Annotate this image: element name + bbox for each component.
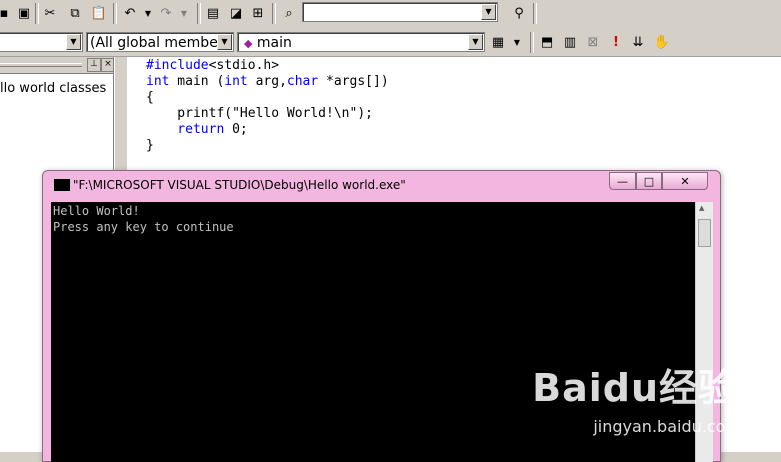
main-toolbar: ▪ ▣ ✂ ⧉ 📋 ↶ ▼ ↷ ▼ ▤ ◪ ⊞ ⌕ ▼ ⚲ — [0, 0, 781, 27]
toolbar-separator — [113, 3, 117, 24]
code-text: arg, — [247, 74, 287, 89]
chevron-down-icon[interactable]: ▼ — [217, 34, 232, 50]
grip-bar[interactable] — [0, 63, 82, 67]
code-line: printf("Hello World!\n"); — [146, 106, 373, 121]
collapse-icon[interactable]: ⊥ — [87, 58, 101, 72]
toolbar-separator — [533, 3, 537, 24]
class-combo[interactable]: ▼ — [0, 32, 83, 52]
undo-dropdown-icon[interactable]: ▼ — [138, 3, 158, 23]
find-icon[interactable]: ⚲ — [509, 3, 529, 23]
wizard-toolbar: ▼ (All global members ▼ ◆ main ▼ ▦ ▼ ⬒ ▥… — [0, 27, 781, 57]
code-line: } — [146, 138, 154, 153]
compile-icon[interactable]: ⬒ — [537, 32, 557, 52]
watermark-logo: Baidu经验 — [532, 366, 737, 410]
toolbar-separator — [272, 3, 276, 24]
output-icon[interactable]: ◪ — [226, 3, 246, 23]
code-line: return 0; — [146, 122, 248, 138]
members-combo-value: (All global members — [90, 35, 231, 51]
wizard-actions-dropdown-icon[interactable]: ▼ — [507, 32, 527, 52]
close-icon[interactable]: × — [101, 58, 115, 72]
find-combo[interactable]: ▼ — [302, 2, 498, 22]
code-text: *args[]) — [318, 74, 389, 89]
breakpoint-hand-icon[interactable]: ✋ — [652, 32, 672, 52]
console-output-line: Press any key to continue — [53, 220, 234, 234]
scroll-thumb[interactable] — [698, 219, 711, 247]
code-text: main ( — [169, 74, 225, 89]
workspace-icon[interactable]: ▤ — [203, 3, 223, 23]
watermark-url: jingyan.baidu.com — [593, 417, 741, 436]
workspace-pane-header: ⊥ × — [0, 57, 115, 74]
chevron-down-icon[interactable]: ▼ — [468, 34, 483, 50]
toolbar-separator — [35, 3, 39, 24]
save-all-icon[interactable]: ▣ — [14, 3, 34, 23]
tree-item-classes[interactable]: llo world classes — [0, 81, 106, 96]
close-button[interactable]: ✕ — [662, 172, 708, 190]
scroll-up-icon[interactable]: ▲ — [699, 204, 704, 212]
chevron-down-icon[interactable]: ▼ — [66, 34, 81, 50]
code-keyword: int — [146, 74, 170, 89]
toolbar-separator — [197, 3, 201, 24]
function-combo[interactable]: ◆ main ▼ — [237, 32, 485, 52]
paste-icon[interactable]: 📋 — [89, 3, 109, 23]
find-in-files-icon[interactable]: ⌕ — [279, 3, 299, 23]
code-line: #include<stdio.h> — [146, 58, 279, 74]
console-output-line: Hello World! — [53, 204, 140, 218]
members-combo[interactable]: (All global members ▼ — [86, 32, 234, 52]
restore-button[interactable]: □ — [636, 172, 662, 190]
save-icon[interactable]: ▪ — [0, 3, 14, 23]
code-keyword: return — [146, 122, 225, 137]
console-app-icon — [53, 178, 71, 192]
function-combo-value: main — [256, 35, 292, 51]
toolbar-separator — [530, 32, 534, 53]
code-keyword: char — [286, 74, 319, 89]
stop-build-icon[interactable]: ⊠ — [583, 32, 603, 52]
function-icon: ◆ — [244, 37, 253, 50]
code-keyword: #include — [146, 58, 209, 73]
execute-icon[interactable]: ! — [606, 32, 626, 52]
cut-icon[interactable]: ✂ — [40, 3, 60, 23]
console-window-title: "F:\MICROSOFT VISUAL STUDIO\Debug\Hello … — [73, 178, 406, 192]
copy-icon[interactable]: ⧉ — [65, 3, 85, 23]
undo-icon[interactable]: ↶ — [120, 3, 140, 23]
build-icon[interactable]: ▥ — [560, 32, 580, 52]
redo-icon[interactable]: ↷ — [156, 3, 176, 23]
code-text: 0; — [224, 122, 248, 137]
code-line: { — [146, 90, 154, 105]
chevron-down-icon[interactable]: ▼ — [481, 4, 496, 20]
code-line: int main (int arg,char *args[]) — [146, 74, 389, 90]
wizard-actions-icon[interactable]: ▦ — [488, 32, 508, 52]
code-keyword: int — [224, 74, 248, 89]
minimize-button[interactable]: — — [609, 172, 636, 190]
redo-dropdown-icon[interactable]: ▼ — [174, 3, 194, 23]
code-text: <stdio.h> — [208, 58, 280, 73]
window-list-icon[interactable]: ⊞ — [248, 3, 268, 23]
go-icon[interactable]: ⇊ — [628, 32, 648, 52]
